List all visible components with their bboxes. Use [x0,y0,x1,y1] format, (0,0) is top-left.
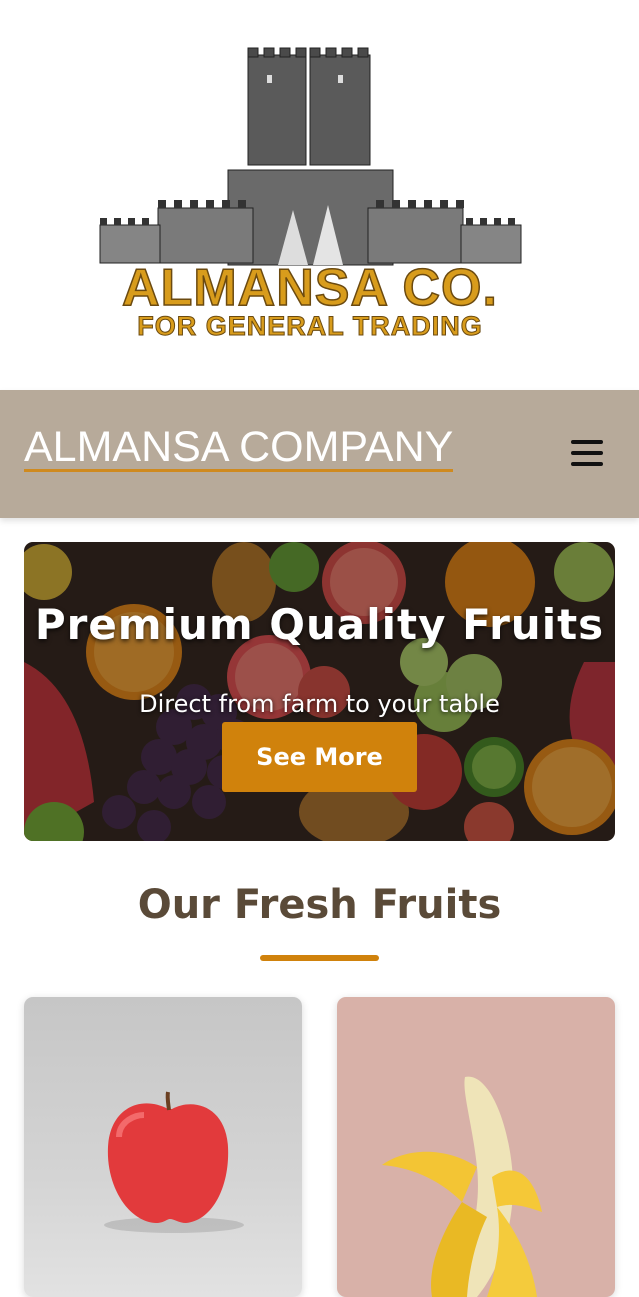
see-more-button[interactable]: See More [222,722,417,792]
section-divider [260,955,379,961]
logo-text-line2: FOR GENERAL TRADING [137,311,483,341]
product-card-banana[interactable] [337,997,615,1297]
logo-area: ALMANSA CO. FOR GENERAL TRADING [0,0,639,390]
logo-text-line1: ALMANSA CO. [122,259,498,317]
hamburger-menu-icon[interactable] [566,436,604,472]
hero-subtitle: Direct from farm to your table [139,690,500,718]
banana-image [382,1076,542,1297]
section-title: Our Fresh Fruits [137,882,502,928]
company-logo: ALMANSA CO. FOR GENERAL TRADING [99,47,522,342]
brand-link[interactable]: ALMANSA COMPANY [24,425,454,472]
hero-title: Premium Quality Fruits [34,600,605,649]
product-card-apple[interactable] [24,997,302,1297]
apple-image [104,1091,244,1233]
